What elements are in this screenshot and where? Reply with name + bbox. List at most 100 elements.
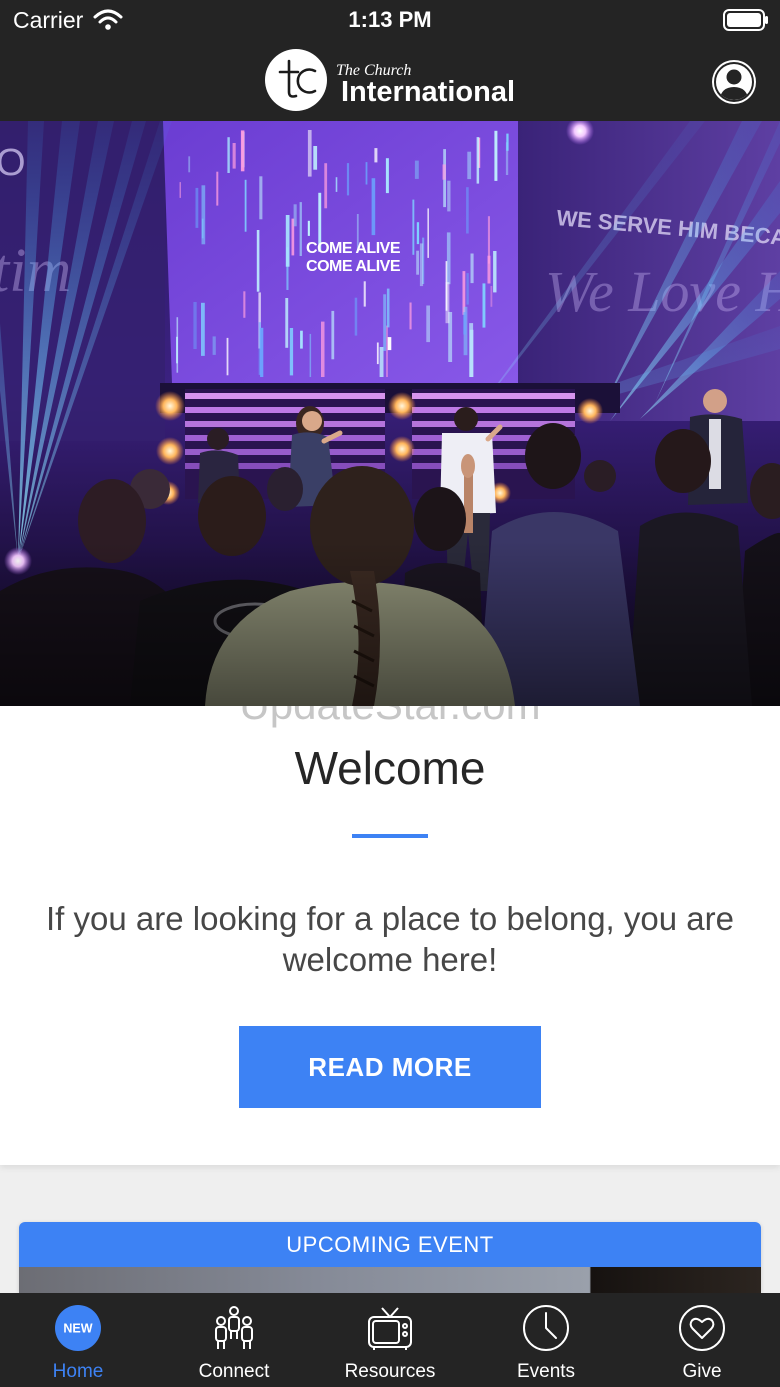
welcome-card: UpdateStar.com Welcome If you are lookin… xyxy=(0,706,780,1165)
screen-light-bar xyxy=(309,333,312,377)
tab-label-home: Home xyxy=(52,1361,104,1382)
tab-label-events: Events xyxy=(516,1361,576,1382)
status-bar: Carrier 1:13 PM xyxy=(0,0,780,40)
screen-light-bar xyxy=(490,286,493,307)
event-image xyxy=(19,1267,761,1293)
watermark: UpdateStar.com xyxy=(0,706,780,726)
screen-light-bar xyxy=(493,251,497,293)
screen-light-bar xyxy=(259,176,263,220)
screen-light-bar xyxy=(376,342,379,365)
screen-light-bar xyxy=(487,255,491,284)
church-logo[interactable]: The Church International xyxy=(264,48,524,114)
screen-light-bar xyxy=(466,187,469,234)
screen-light-bar xyxy=(227,137,230,173)
screen-light-bar xyxy=(201,185,206,245)
screen-light-bar xyxy=(260,327,264,377)
screen-light-bar xyxy=(463,312,467,335)
tab-label-connect: Connect xyxy=(198,1361,270,1382)
tab-home[interactable]: NEW Home xyxy=(0,1293,156,1387)
screen-light-bar xyxy=(176,317,179,373)
screen-light-bar xyxy=(414,160,419,179)
screen-light-bar xyxy=(383,294,387,351)
clock-time: 1:13 PM xyxy=(348,7,432,32)
screen-light-bar xyxy=(466,273,469,305)
new-badge-text: NEW xyxy=(63,1322,92,1336)
upcoming-event-card[interactable]: UPCOMING EVENT xyxy=(19,1222,761,1293)
screen-light-bar xyxy=(193,302,197,349)
screen-light-bar xyxy=(365,162,368,185)
screen-light-bar xyxy=(447,180,451,212)
screen-light-bar xyxy=(363,281,366,307)
tab-label-give: Give xyxy=(682,1361,722,1382)
tv-icon xyxy=(368,1307,412,1350)
screen-light-bar xyxy=(307,130,312,177)
screen-light-bar xyxy=(256,230,260,292)
screen-light-bar xyxy=(331,310,335,360)
clock-icon xyxy=(523,1305,569,1351)
screen-light-bar xyxy=(201,302,205,356)
tab-connect[interactable]: Connect xyxy=(156,1293,312,1387)
logo-mark-icon xyxy=(265,49,327,111)
welcome-title: Welcome xyxy=(294,742,486,794)
screen-light-bar xyxy=(179,182,181,198)
screen-light-bar xyxy=(313,146,318,170)
screen-light-bar xyxy=(244,179,247,232)
screen-light-bar xyxy=(476,137,480,184)
screen-light-bar xyxy=(226,337,229,376)
screen-light-bar xyxy=(354,297,358,336)
screen-light-bar xyxy=(188,156,191,173)
screen-light-bar xyxy=(385,158,389,194)
logo-text-large: International xyxy=(341,76,516,108)
tab-resources[interactable]: Resources xyxy=(312,1293,468,1387)
screen-light-bar xyxy=(469,323,474,377)
title-underline xyxy=(352,834,428,838)
screen-light-bar xyxy=(212,336,216,355)
screen-light-bar xyxy=(371,178,376,236)
user-profile-icon[interactable] xyxy=(711,59,757,105)
screen-light-bar xyxy=(409,302,412,330)
tab-label-resources: Resources xyxy=(344,1361,436,1382)
screen-light-bar xyxy=(307,220,310,236)
screen-light-bar xyxy=(506,133,509,151)
screen-light-bar xyxy=(324,163,328,209)
heart-circle-icon xyxy=(679,1305,725,1351)
wall-letter-left: O xyxy=(0,142,26,184)
screen-light-bar xyxy=(293,204,297,227)
screen-light-bar xyxy=(419,243,424,287)
screen-light-bar xyxy=(446,232,451,285)
screen-light-bar xyxy=(442,164,446,180)
tab-events[interactable]: Events xyxy=(468,1293,624,1387)
photo-shade xyxy=(0,541,780,706)
hero-banner: O tim WE SERVE HIM BECA We Love H COME A… xyxy=(0,121,780,706)
screen-light-bar xyxy=(216,171,219,206)
screen-light-bar xyxy=(427,208,429,258)
worship-concert-photo: O tim WE SERVE HIM BECA We Love H COME A… xyxy=(0,121,780,706)
screen-light-bar xyxy=(416,250,419,275)
screen-light-bar xyxy=(412,199,415,255)
screen-light-bar xyxy=(482,283,486,328)
screen-light-bar xyxy=(335,177,338,192)
tab-give[interactable]: Give xyxy=(624,1293,780,1387)
screen-light-bar xyxy=(379,347,384,377)
app-header: The Church International xyxy=(0,40,780,121)
screen-light-bar xyxy=(426,305,430,343)
screen-light-bar xyxy=(374,148,378,163)
screen-light-bar xyxy=(321,321,325,377)
people-icon xyxy=(215,1306,253,1349)
battery-icon xyxy=(723,9,768,31)
welcome-message: If you are looking for a place to belong… xyxy=(46,900,734,978)
read-more-button[interactable]: READ MORE xyxy=(239,1026,541,1108)
screen-light-bar xyxy=(386,288,390,328)
screen-light-bar xyxy=(445,282,450,324)
screen-light-bar xyxy=(299,202,302,256)
screen-light-bar xyxy=(346,163,350,196)
screen-light-bar xyxy=(285,215,290,267)
screen-light-bar xyxy=(240,130,245,172)
upcoming-event-header: UPCOMING EVENT xyxy=(19,1222,761,1267)
screen-light-bar xyxy=(285,298,289,348)
screen-light-bar xyxy=(195,187,199,228)
screen-light-bar xyxy=(289,328,294,376)
screen-light-bar xyxy=(494,130,498,181)
screen-light-bar xyxy=(232,143,236,169)
screen-light-bar xyxy=(300,330,303,349)
